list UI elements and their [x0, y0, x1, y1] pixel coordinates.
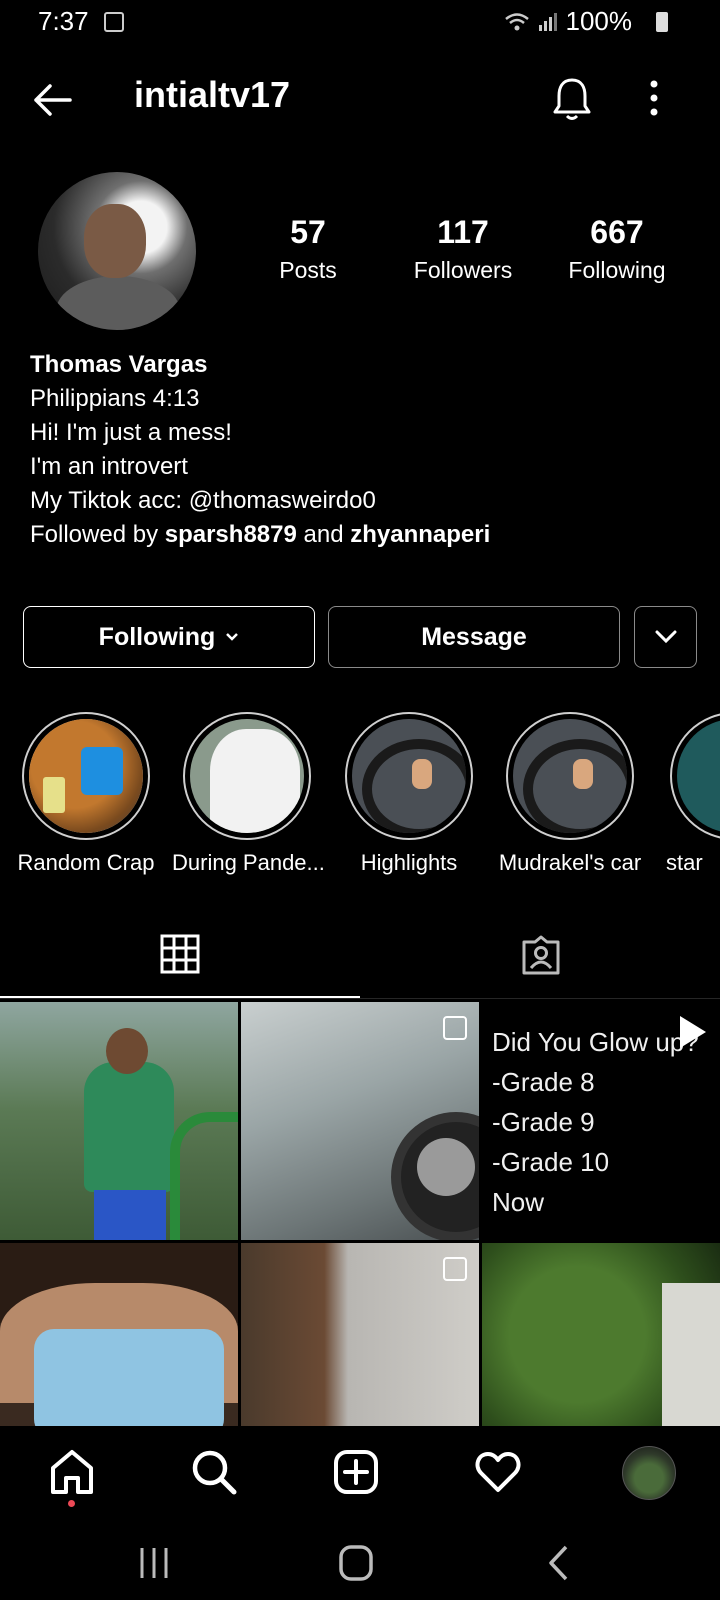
stat-following[interactable]: 667 Following: [547, 214, 687, 284]
search-icon[interactable]: [190, 1448, 238, 1496]
system-nav-bar: [0, 1536, 720, 1600]
heart-icon[interactable]: [474, 1448, 522, 1496]
highlight-label: During Pande...: [172, 850, 325, 875]
message-button-label: Message: [421, 622, 527, 651]
post-thumbnail[interactable]: Did You Glow up? -Grade 8 -Grade 9 -Grad…: [482, 1002, 720, 1240]
battery-percent: 100%: [565, 6, 633, 36]
wifi-icon: [504, 12, 529, 30]
multiple-photos-icon: [443, 1257, 467, 1281]
back-button-icon[interactable]: [546, 1544, 570, 1582]
stat-followers-label: Followers: [413, 257, 513, 283]
stat-followers-count: 117: [437, 214, 489, 250]
back-arrow-icon[interactable]: [30, 78, 74, 122]
profile-bio: Thomas Vargas Philippians 4:13 Hi! I'm j…: [30, 348, 490, 552]
highlight-cover: [29, 719, 143, 833]
profile-avatar[interactable]: [38, 172, 196, 330]
tagged-icon[interactable]: [520, 934, 562, 976]
post-caption-line: Now: [492, 1187, 545, 1217]
status-right: 100%: [504, 6, 665, 37]
highlight-label: Mudrakel's car: [498, 850, 642, 875]
highlight-random-crap[interactable]: Random Crap: [11, 712, 161, 876]
followed-by-joiner: and: [303, 521, 344, 548]
bio-line: I'm an introvert: [30, 453, 188, 480]
stat-following-count: 667: [590, 214, 644, 250]
highlight-cover: [677, 719, 720, 833]
highlight-star[interactable]: star: [656, 712, 720, 876]
tab-active-indicator: [0, 996, 360, 998]
video-play-icon: [680, 1016, 706, 1048]
bio-line: Philippians 4:13: [30, 385, 200, 412]
post-caption: Did You Glow up? -Grade 8 -Grade 9 -Grad…: [492, 1022, 699, 1222]
suggested-accounts-button[interactable]: [634, 606, 697, 668]
home-icon[interactable]: [48, 1448, 96, 1496]
following-button[interactable]: Following: [23, 606, 315, 668]
highlight-label: star: [666, 850, 703, 875]
following-button-label: Following: [98, 622, 216, 651]
stat-posts-count: 57: [290, 214, 326, 250]
post-thumbnail[interactable]: [241, 1002, 479, 1240]
post-thumbnail[interactable]: [0, 1243, 238, 1426]
multiple-photos-icon: [443, 1016, 467, 1040]
status-time: 7:37: [38, 6, 89, 36]
highlight-label: Highlights: [360, 850, 458, 875]
profile-tab-avatar[interactable]: [622, 1446, 676, 1500]
grid-icon[interactable]: [160, 934, 200, 974]
followed-by[interactable]: Followed by sparsh8879 and zhyannaperi: [30, 518, 490, 552]
bottom-nav: [0, 1426, 720, 1536]
highlight-cover: [352, 719, 466, 833]
stat-followers[interactable]: 117 Followers: [393, 214, 533, 284]
followed-by-user[interactable]: zhyannaperi: [350, 521, 490, 548]
highlight-during-pandemic[interactable]: During Pande...: [172, 712, 325, 876]
followed-by-user[interactable]: sparsh8879: [165, 521, 297, 548]
post-thumbnail[interactable]: [241, 1243, 479, 1426]
bio-line: Hi! I'm just a mess!: [30, 419, 232, 446]
add-post-icon[interactable]: [332, 1448, 380, 1496]
followed-by-prefix: Followed by: [30, 521, 159, 548]
post-caption-line: Did You Glow up?: [492, 1027, 699, 1057]
profile-name: Thomas Vargas: [30, 351, 208, 378]
highlight-highlights[interactable]: Highlights: [334, 712, 484, 876]
chevron-down-icon: [226, 633, 239, 641]
stat-following-label: Following: [568, 257, 666, 283]
post-thumbnail[interactable]: [0, 1002, 238, 1240]
battery-icon: [656, 12, 668, 32]
post-caption-line: -Grade 8: [492, 1067, 595, 1097]
more-vertical-icon[interactable]: [648, 78, 660, 118]
home-button-icon[interactable]: [338, 1544, 374, 1582]
message-button[interactable]: Message: [328, 606, 620, 668]
highlight-mudrakels-car[interactable]: Mudrakel's car: [495, 712, 645, 876]
highlight-label: Random Crap: [17, 850, 155, 875]
chevron-down-icon: [655, 630, 676, 644]
signal-icon: [538, 12, 557, 31]
bio-line: My Tiktok acc: @thomasweirdo0: [30, 487, 376, 514]
post-thumbnail[interactable]: [482, 1243, 720, 1426]
stat-posts-label: Posts: [279, 257, 337, 283]
highlight-cover: [190, 719, 304, 833]
highlight-cover: [513, 719, 627, 833]
post-caption-line: -Grade 10: [492, 1147, 610, 1177]
recent-apps-icon[interactable]: [138, 1546, 170, 1580]
notification-dot: [68, 1500, 75, 1507]
profile-username: intialtv17: [134, 74, 291, 115]
bell-icon[interactable]: [550, 74, 594, 122]
post-caption-line: -Grade 9: [492, 1107, 595, 1137]
app-notification-icon: [104, 12, 124, 32]
stat-posts[interactable]: 57 Posts: [238, 214, 378, 284]
tab-divider: [0, 998, 720, 999]
